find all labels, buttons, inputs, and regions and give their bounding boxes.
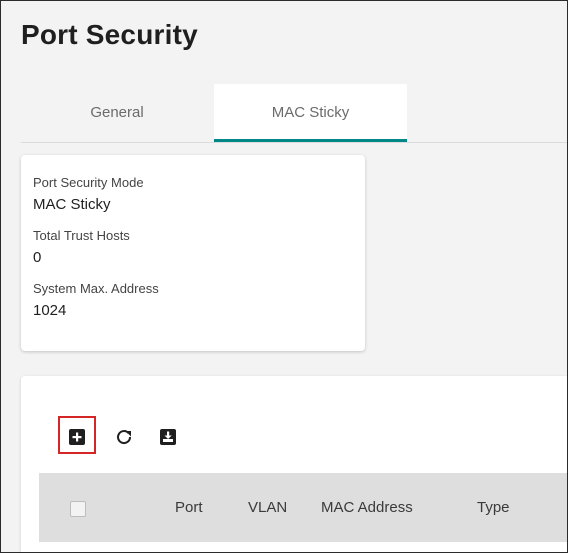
tab-general-label: General	[90, 104, 144, 121]
refresh-icon	[117, 430, 132, 445]
port-security-mode-value: MAC Sticky	[33, 196, 111, 213]
export-button[interactable]	[154, 423, 182, 451]
mac-sticky-table-card: Port VLAN MAC Address Type	[21, 376, 567, 552]
tab-bar: General MAC Sticky	[21, 84, 567, 143]
add-box-icon	[69, 429, 85, 445]
column-header-type[interactable]: Type	[477, 473, 510, 542]
total-trust-hosts-value: 0	[33, 249, 42, 266]
column-header-vlan[interactable]: VLAN	[248, 473, 287, 542]
tab-mac-sticky-label: MAC Sticky	[271, 104, 350, 121]
tab-general[interactable]: General	[21, 84, 213, 141]
port-security-summary-card: Port Security Mode MAC Sticky Total Trus…	[21, 155, 365, 351]
select-all-checkbox[interactable]	[70, 501, 86, 517]
window-frame: Port Security General MAC Sticky Port Se…	[0, 0, 568, 553]
system-max-address-label: System Max. Address	[33, 281, 159, 296]
refresh-button[interactable]	[110, 423, 138, 451]
system-max-address-value: 1024	[33, 302, 67, 319]
column-header-port[interactable]: Port	[175, 473, 203, 542]
export-icon	[160, 429, 176, 445]
add-button[interactable]	[63, 423, 91, 451]
port-security-mode-label: Port Security Mode	[33, 175, 144, 190]
column-header-mac-address[interactable]: MAC Address	[321, 473, 413, 542]
tab-mac-sticky[interactable]: MAC Sticky	[214, 84, 407, 142]
total-trust-hosts-label: Total Trust Hosts	[33, 228, 130, 243]
active-tab-indicator	[214, 139, 407, 142]
table-header-row: Port VLAN MAC Address Type	[39, 473, 567, 542]
page-title: Port Security	[21, 19, 198, 50]
